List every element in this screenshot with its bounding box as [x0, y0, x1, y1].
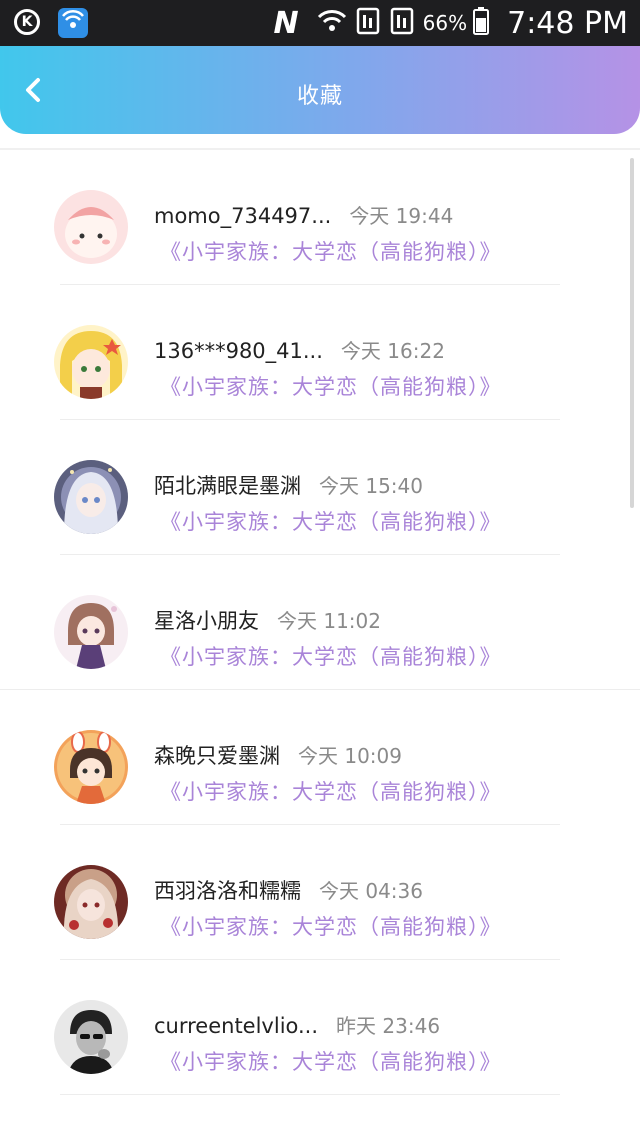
list-item[interactable]: curreentelvlio... 昨天 23:46 《小宇家族：大学恋（高能狗粮…: [0, 960, 640, 1095]
user-name: 星洛小朋友 今天 11:02: [154, 605, 381, 635]
user-name-text: 森晚只爱墨渊: [154, 744, 280, 768]
avatar[interactable]: [54, 325, 128, 399]
timestamp: 今天 19:44: [349, 204, 454, 228]
user-name: 136***980_41... 今天 16:22: [154, 335, 445, 364]
timestamp: 今天 11:02: [277, 609, 381, 633]
timestamp: 昨天 23:46: [336, 1014, 441, 1038]
list-item[interactable]: 星洛小朋友 今天 11:02 《小宇家族：大学恋（高能狗粮）》: [0, 555, 640, 690]
battery-icon: [473, 7, 490, 39]
user-name-text: momo_734497...: [154, 204, 332, 228]
user-name-text: 西羽洛洛和糯糯: [154, 879, 301, 903]
app-header: 收藏: [0, 46, 640, 134]
user-name-text: 陌北满眼是墨渊: [154, 474, 301, 498]
user-name-text: 136***980_41...: [154, 339, 323, 363]
story-title-link[interactable]: 《小宇家族：大学恋（高能狗粮）》: [160, 236, 502, 266]
user-name-text: 星洛小朋友: [154, 609, 259, 633]
wifi-app-icon: [58, 8, 88, 38]
user-name: 西羽洛洛和糯糯 今天 04:36: [154, 875, 423, 905]
timestamp: 今天 04:36: [319, 879, 423, 903]
avatar[interactable]: [54, 595, 128, 669]
avatar[interactable]: [54, 190, 128, 264]
favorites-list[interactable]: momo_734497... 今天 19:44 《小宇家族：大学恋（高能狗粮）》 …: [0, 148, 640, 1138]
user-name: momo_734497... 今天 19:44: [154, 200, 453, 229]
nfc-icon: N: [273, 5, 299, 41]
list-item[interactable]: momo_734497... 今天 19:44 《小宇家族：大学恋（高能狗粮）》: [0, 150, 640, 285]
k-app-icon: K: [14, 9, 40, 35]
story-title-link[interactable]: 《小宇家族：大学恋（高能狗粮）》: [160, 641, 502, 671]
list-item[interactable]: 森晚只爱墨渊 今天 10:09 《小宇家族：大学恋（高能狗粮）》: [0, 690, 640, 825]
status-bar: K N 66% 7:48 PM: [0, 0, 640, 46]
avatar[interactable]: [54, 1000, 128, 1074]
list-item[interactable]: 西羽洛洛和糯糯 今天 04:36 《小宇家族：大学恋（高能狗粮）》: [0, 825, 640, 960]
story-title-link[interactable]: 《小宇家族：大学恋（高能狗粮）》: [160, 911, 502, 941]
list-item[interactable]: 陌北满眼是墨渊 今天 15:40 《小宇家族：大学恋（高能狗粮）》: [0, 420, 640, 555]
user-name: 陌北满眼是墨渊 今天 15:40: [154, 470, 423, 500]
sim2-signal-icon: [389, 7, 415, 39]
avatar[interactable]: [54, 865, 128, 939]
story-title-link[interactable]: 《小宇家族：大学恋（高能狗粮）》: [160, 1046, 502, 1076]
story-title-link[interactable]: 《小宇家族：大学恋（高能狗粮）》: [160, 371, 502, 401]
story-title-link[interactable]: 《小宇家族：大学恋（高能狗粮）》: [160, 506, 502, 536]
timestamp: 今天 16:22: [340, 339, 445, 363]
user-name: curreentelvlio... 昨天 23:46: [154, 1010, 440, 1039]
wifi-icon: [317, 8, 347, 38]
avatar[interactable]: [54, 460, 128, 534]
timestamp: 今天 10:09: [298, 744, 402, 768]
user-name: 森晚只爱墨渊 今天 10:09: [154, 740, 402, 770]
clock: 7:48 PM: [507, 5, 628, 41]
page-title: 收藏: [296, 84, 343, 109]
divider: [60, 1094, 560, 1095]
user-name-text: curreentelvlio...: [154, 1014, 319, 1038]
battery-percent: 66%: [422, 11, 468, 35]
avatar[interactable]: [54, 730, 128, 804]
story-title-link[interactable]: 《小宇家族：大学恋（高能狗粮）》: [160, 776, 502, 806]
list-item[interactable]: 136***980_41... 今天 16:22 《小宇家族：大学恋（高能狗粮）》: [0, 285, 640, 420]
timestamp: 今天 15:40: [319, 474, 423, 498]
sim1-signal-icon: [355, 7, 381, 39]
